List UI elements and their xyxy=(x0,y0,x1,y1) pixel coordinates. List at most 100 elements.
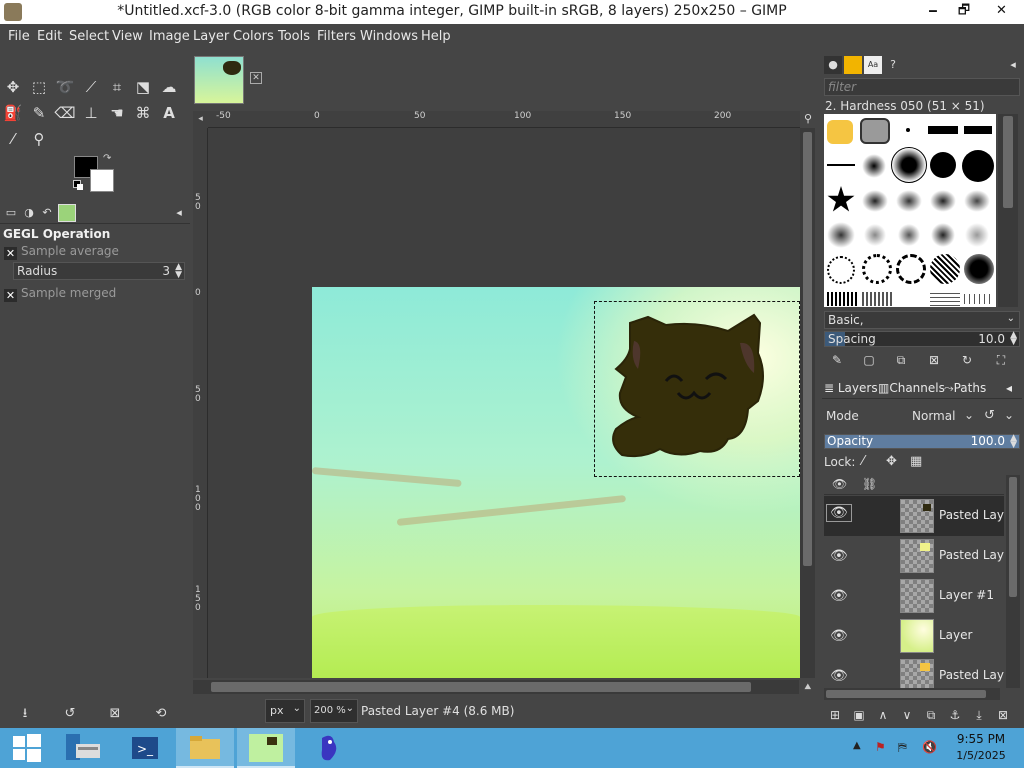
move-tool-icon[interactable]: ✥ xyxy=(2,76,24,98)
horizontal-scrollbar[interactable] xyxy=(193,680,799,694)
duplicate-layer-icon[interactable]: ⧉ xyxy=(922,706,940,724)
layers-horizontal-scrollbar[interactable] xyxy=(824,688,1000,700)
brush-thumb[interactable] xyxy=(964,190,990,212)
radius-spin-field[interactable]: Radius 3 ▲ ▼ xyxy=(13,262,185,280)
brush-thumb[interactable] xyxy=(862,254,892,284)
tool-options-tab-icon[interactable]: ▭ xyxy=(2,204,20,222)
gimp-image-button[interactable] xyxy=(237,728,295,768)
rect-select-tool-icon[interactable]: ⬚ xyxy=(28,76,50,98)
eye-icon[interactable]: 👁 xyxy=(826,504,852,522)
zoom-image-icon[interactable]: ⚲ xyxy=(801,112,815,126)
layer-row[interactable]: 👁 Layer xyxy=(824,616,1004,656)
menu-select[interactable]: Select xyxy=(69,29,109,44)
new-brush-icon[interactable]: ▢ xyxy=(860,351,878,369)
network-alert-icon[interactable]: ⚑ xyxy=(875,740,886,754)
images-tab-icon[interactable] xyxy=(58,204,76,222)
tab-paths[interactable]: ⤳Paths xyxy=(944,379,986,397)
lower-layer-icon[interactable]: ∨ xyxy=(898,706,916,724)
chevron-down-icon[interactable]: ⌄ xyxy=(1004,408,1014,422)
clock-time[interactable]: 9:55 PM xyxy=(950,732,1012,746)
text-tool-icon[interactable]: A xyxy=(158,102,180,124)
ruler-corner-icon[interactable]: ◂ xyxy=(193,111,208,128)
delete-options-icon[interactable]: ⊠ xyxy=(104,703,126,725)
panel-menu-icon[interactable]: ◂ xyxy=(170,204,188,222)
brush-thumb[interactable] xyxy=(827,120,853,144)
show-hidden-icons[interactable]: ▲ xyxy=(853,740,861,751)
eye-icon[interactable]: 👁 xyxy=(830,668,848,684)
lasso-tool-icon[interactable]: ➰ xyxy=(54,76,76,98)
brush-thumb[interactable] xyxy=(860,118,890,144)
delete-layer-icon[interactable]: ⊠ xyxy=(994,706,1012,724)
brush-thumb[interactable] xyxy=(962,150,994,182)
restore-options-icon[interactable]: ↺ xyxy=(59,703,81,725)
menu-tools[interactable]: Tools xyxy=(278,29,310,44)
brush-thumb[interactable] xyxy=(827,164,855,166)
vertical-scrollbar[interactable] xyxy=(800,128,815,678)
menu-colors[interactable]: Colors xyxy=(233,29,274,44)
minimize-button[interactable]: 🗕 xyxy=(917,0,949,22)
menu-help[interactable]: Help xyxy=(421,29,451,44)
layer-name[interactable]: Layer xyxy=(939,628,972,642)
brush-thumb[interactable] xyxy=(930,222,956,248)
tab-layers[interactable]: ≣ Layers xyxy=(824,379,878,397)
brush-thumb[interactable] xyxy=(827,256,855,284)
anchor-layer-icon[interactable]: ⚓ xyxy=(946,706,964,724)
paths-tool-icon[interactable]: ⌘ xyxy=(132,102,154,124)
device-status-tab-icon[interactable]: ◑ xyxy=(20,204,38,222)
layer-name[interactable]: Pasted Layer xyxy=(939,548,1004,562)
brush-thumb[interactable] xyxy=(896,190,922,212)
image-tab-thumbnail[interactable] xyxy=(194,56,244,104)
swap-colors-icon[interactable]: ↷ xyxy=(103,153,111,164)
layer-row[interactable]: 👁 Pasted Layer xyxy=(824,496,1004,536)
checkbox-icon[interactable]: ✕ xyxy=(4,247,17,260)
layer-row[interactable]: 👁 Pasted Layer xyxy=(824,536,1004,576)
server-manager-button[interactable] xyxy=(58,728,116,768)
paintbrush-tool-icon[interactable]: ✎ xyxy=(28,102,50,124)
zoom-tool-icon[interactable]: ⚲ xyxy=(28,128,50,150)
edit-brush-icon[interactable]: ✎ xyxy=(828,351,846,369)
crop-tool-icon[interactable]: ⌗ xyxy=(106,76,128,98)
file-explorer-button[interactable] xyxy=(176,728,234,768)
menu-view[interactable]: View xyxy=(112,29,143,44)
gimp-app-button[interactable] xyxy=(298,728,356,768)
brush-thumb[interactable] xyxy=(827,186,855,212)
layer-row[interactable]: 👁 Pasted Layer xyxy=(824,656,1004,688)
brush-thumb[interactable] xyxy=(862,222,888,248)
layer-row[interactable]: 👁 Layer #1 xyxy=(824,576,1004,616)
eraser-tool-icon[interactable]: ⌫ xyxy=(54,102,76,124)
brush-thumb[interactable] xyxy=(827,292,857,306)
close-button[interactable]: ✕ xyxy=(979,0,1024,22)
spacing-slider[interactable]: Spacing 10.0 ▲ ▼ xyxy=(824,331,1020,347)
raise-layer-icon[interactable]: ∧ xyxy=(874,706,892,724)
restore-button[interactable]: 🗗 xyxy=(948,0,980,22)
brush-thumb[interactable] xyxy=(862,292,892,306)
spin-arrows-icon[interactable]: ▲ ▼ xyxy=(175,263,182,280)
close-image-tab-icon[interactable]: ✕ xyxy=(250,72,262,84)
brush-thumb[interactable] xyxy=(964,294,994,304)
menu-windows[interactable]: Windows xyxy=(360,29,418,44)
panel-menu-icon[interactable]: ◂ xyxy=(1006,379,1012,397)
brush-thumb[interactable] xyxy=(964,126,992,134)
image-canvas[interactable] xyxy=(312,287,800,678)
clone-tool-icon[interactable]: ⊥ xyxy=(80,102,102,124)
default-colors-icon[interactable] xyxy=(73,180,83,190)
duplicate-brush-icon[interactable]: ⧉ xyxy=(892,351,910,369)
visibility-header-icon[interactable]: 👁 xyxy=(832,477,847,491)
delete-brush-icon[interactable]: ⊠ xyxy=(925,351,943,369)
warp-tool-icon[interactable]: ☁ xyxy=(158,76,180,98)
start-button[interactable] xyxy=(0,728,58,768)
undo-history-tab-icon[interactable]: ↶ xyxy=(38,204,56,222)
powershell-button[interactable]: >_ xyxy=(116,728,174,768)
fonts-tab-icon[interactable]: Aa xyxy=(864,56,882,74)
brush-thumb[interactable] xyxy=(891,147,927,183)
menu-edit[interactable]: Edit xyxy=(37,29,62,44)
brush-thumb[interactable] xyxy=(862,190,888,212)
fuzzy-select-tool-icon[interactable]: ⟋ xyxy=(80,76,102,98)
merge-layer-icon[interactable]: ⤓ xyxy=(970,706,988,724)
composite-mode-icon[interactable]: ↺ xyxy=(984,408,995,423)
layers-list[interactable]: 👁 Pasted Layer 👁 Pasted Layer 👁 Layer #1… xyxy=(824,496,1004,688)
brush-thumb[interactable] xyxy=(906,128,910,132)
chevron-down-icon[interactable]: ⌄ xyxy=(964,408,974,422)
eye-icon[interactable]: 👁 xyxy=(830,548,848,564)
brush-thumb[interactable] xyxy=(930,292,960,306)
